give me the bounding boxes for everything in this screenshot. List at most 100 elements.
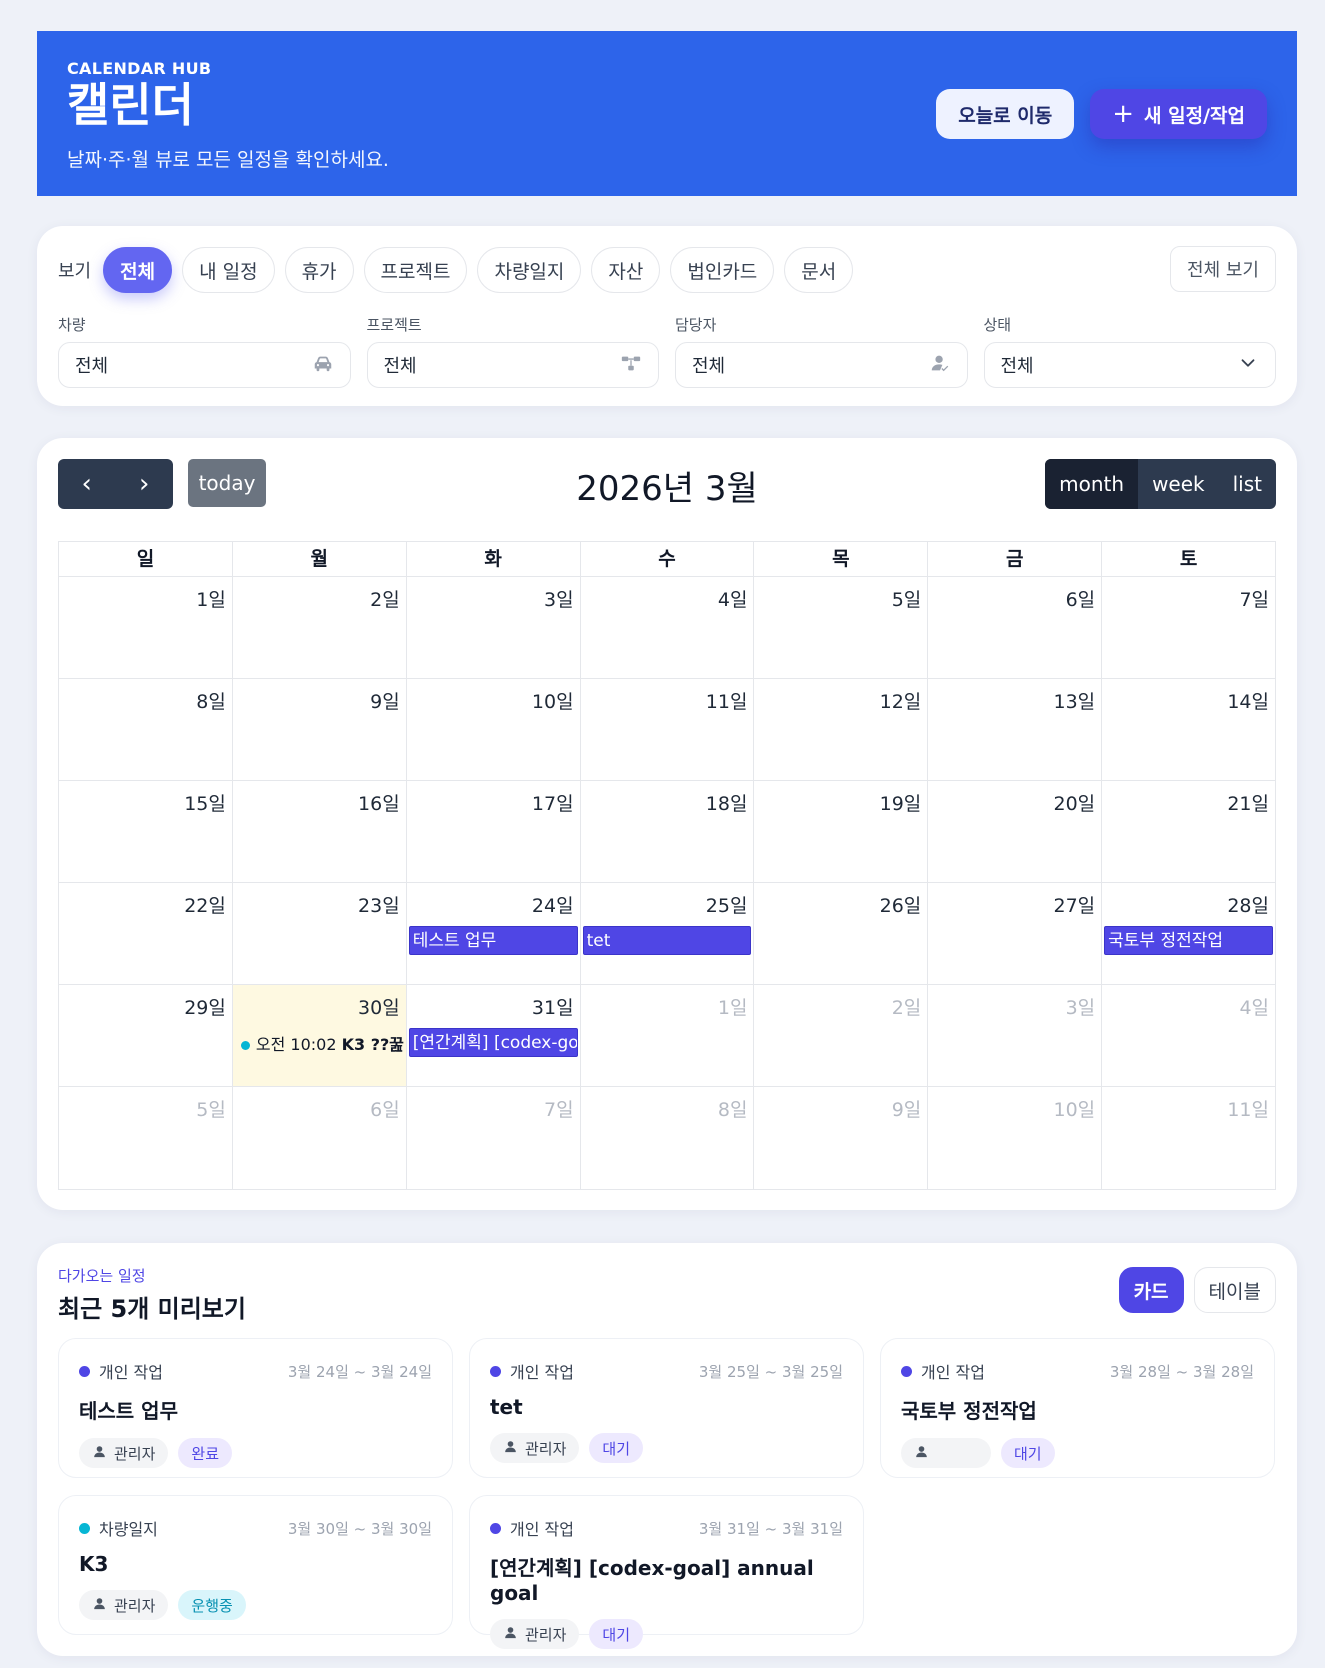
day-cell[interactable]: 24일 테스트 업무 [405,883,580,984]
upcoming-card[interactable]: 차량일지 3월 30일 ~ 3월 30일 K3 관리자 운행중 [58,1495,453,1635]
day-cell[interactable]: 11일 [579,679,754,780]
day-number: 4일 [717,589,748,611]
day-number: 27일 [1053,895,1096,917]
day-cell[interactable]: 16일 [231,781,406,882]
filter-panel: 보기 전체 내 일정 휴가 프로젝트 차량일지 자산 법인카드 문서 전체 보기 차량 전체 프로… [37,226,1297,406]
day-cell[interactable]: 9일 [231,679,406,780]
upcoming-card[interactable]: 개인 작업 3월 24일 ~ 3월 24일 테스트 업무 관리자 완료 [58,1338,453,1478]
upcoming-card[interactable]: 개인 작업 3월 28일 ~ 3월 28일 국토부 정전작업 대기 [880,1338,1275,1478]
prev-month-button[interactable]: ‹ [58,459,116,509]
day-cell[interactable]: 13일 [927,679,1101,780]
card-type: 개인 작업 [901,1359,985,1383]
filter-chip-7[interactable]: 문서 [784,247,854,293]
day-cell[interactable]: 1일 [579,985,754,1086]
calendar-event[interactable]: tet [582,926,752,955]
day-number: 28일 [1227,895,1270,917]
today-button[interactable]: today [188,459,266,507]
filter-select-1[interactable]: 전체 [366,342,659,388]
calendar-dot-event[interactable]: 오전 10:02 K3 ??꿆배 [240,1031,404,1055]
day-cell[interactable]: 20일 [927,781,1101,882]
day-cell[interactable]: 19일 [753,781,927,882]
day-cell[interactable]: 27일 [927,883,1101,984]
day-cell[interactable]: 2일 [231,577,406,678]
upcoming-card[interactable]: 개인 작업 3월 25일 ~ 3월 25일 tet 관리자 대기 [469,1338,864,1478]
day-cell[interactable]: 5일 [59,1087,232,1189]
calendar-event[interactable]: 테스트 업무 [408,926,578,955]
filter-chip-0[interactable]: 전체 [103,247,173,293]
view-month-button[interactable]: month [1045,459,1139,509]
day-cell[interactable]: 12일 [753,679,927,780]
day-cell[interactable]: 21일 [1101,781,1275,882]
day-number: 11일 [1227,1099,1270,1121]
day-cell[interactable]: 7일 [1101,577,1275,678]
toggle-0-button[interactable]: 카드 [1118,1267,1184,1313]
filter-select-2[interactable]: 전체 [675,342,968,388]
day-cell[interactable]: 17일 [405,781,580,882]
next-month-button[interactable]: › [116,459,174,509]
day-number: 22일 [184,895,226,917]
day-cell[interactable]: 6일 [231,1087,406,1189]
day-cell[interactable]: 3일 [927,985,1101,1086]
day-cell[interactable]: 10일 [405,679,580,780]
day-cell[interactable]: 14일 [1101,679,1275,780]
day-cell[interactable]: 3일 [405,577,580,678]
day-cell[interactable]: 6일 [927,577,1101,678]
day-cell[interactable]: 18일 [579,781,754,882]
day-number: 30일 [358,997,400,1019]
day-cell[interactable]: 23일 [231,883,406,984]
show-all-button[interactable]: 전체 보기 [1170,246,1276,292]
day-cell[interactable]: 5일 [753,577,927,678]
filter-select-0[interactable]: 전체 [58,342,351,388]
type-dot [490,1522,501,1534]
calendar-event[interactable]: 국토부 정전작업 [1104,926,1274,955]
day-number: 12일 [879,691,922,713]
assignee-name: 관리자 [114,1444,156,1463]
day-number: 5일 [891,589,922,611]
card-date-range: 3월 25일 ~ 3월 25일 [698,1362,843,1381]
day-cell[interactable]: 4일 [1101,985,1275,1086]
day-cell[interactable]: 30일오전 10:02 K3 ??꿆배 [231,985,406,1086]
day-number: 15일 [184,793,226,815]
day-cell[interactable]: 11일 [1101,1087,1275,1189]
go-today-button[interactable]: 오늘로 이동 [936,89,1075,139]
day-cell[interactable]: 8일 [579,1087,754,1189]
filter-chip-3[interactable]: 프로젝트 [363,247,468,293]
day-number: 23일 [358,895,400,917]
day-cell[interactable]: 8일 [59,679,232,780]
day-number: 13일 [1053,691,1096,713]
view-list-button[interactable]: list [1219,459,1276,509]
filter-chip-1[interactable]: 내 일정 [182,247,275,293]
day-cell[interactable]: 28일국토부 정전작업 [1101,883,1275,984]
day-cell[interactable]: 9일 [753,1087,927,1189]
day-cell[interactable]: 29일 [59,985,232,1086]
toggle-1-button[interactable]: 테이블 [1193,1267,1276,1313]
new-event-button[interactable]: + 새 일정/작업 [1090,89,1267,139]
day-cell[interactable]: 15일 [59,781,232,882]
upcoming-card[interactable]: 개인 작업 3월 31일 ~ 3월 31일 [연간계획] [codex-goal] … [469,1495,864,1649]
day-cell[interactable]: 2일 [753,985,927,1086]
day-cell[interactable]: 26일 [753,883,927,984]
day-number: 16일 [358,793,400,815]
filter-select-3[interactable]: 전체 [983,342,1276,388]
filter-chip-4[interactable]: 차량일지 [477,247,582,293]
day-cell[interactable]: 22일 [59,883,232,984]
day-cell[interactable]: 25일 tet [579,883,754,984]
filter-chip-6[interactable]: 법인카드 [670,247,775,293]
day-cell[interactable]: 10일 [927,1087,1101,1189]
day-cell[interactable]: 1일 [59,577,232,678]
filter-chip-5[interactable]: 자산 [591,247,661,293]
filter-chip-2[interactable]: 휴가 [284,247,354,293]
filter-select-value: 전체 [383,356,417,377]
card-tags: 대기 [901,1438,1254,1468]
view-switcher: month week list [1045,459,1276,509]
person-icon [503,1625,518,1644]
card-header: 개인 작업 3월 31일 ~ 3월 31일 [490,1516,843,1540]
view-week-button[interactable]: week [1138,459,1219,509]
card-type-label: 개인 작업 [510,1520,574,1539]
week-row: 1일 2일 3일 4일 5일 6일 7일 [59,577,1275,679]
day-cell[interactable]: 7일 [405,1087,580,1189]
day-cell[interactable]: 31일 [연간계획] [codex-goal] annual goal [405,985,580,1086]
weekday-header: 일 월화수목금토 [59,542,1275,577]
day-cell[interactable]: 4일 [579,577,754,678]
calendar-event[interactable]: [연간계획] [codex-goal] annual goal [408,1028,578,1057]
